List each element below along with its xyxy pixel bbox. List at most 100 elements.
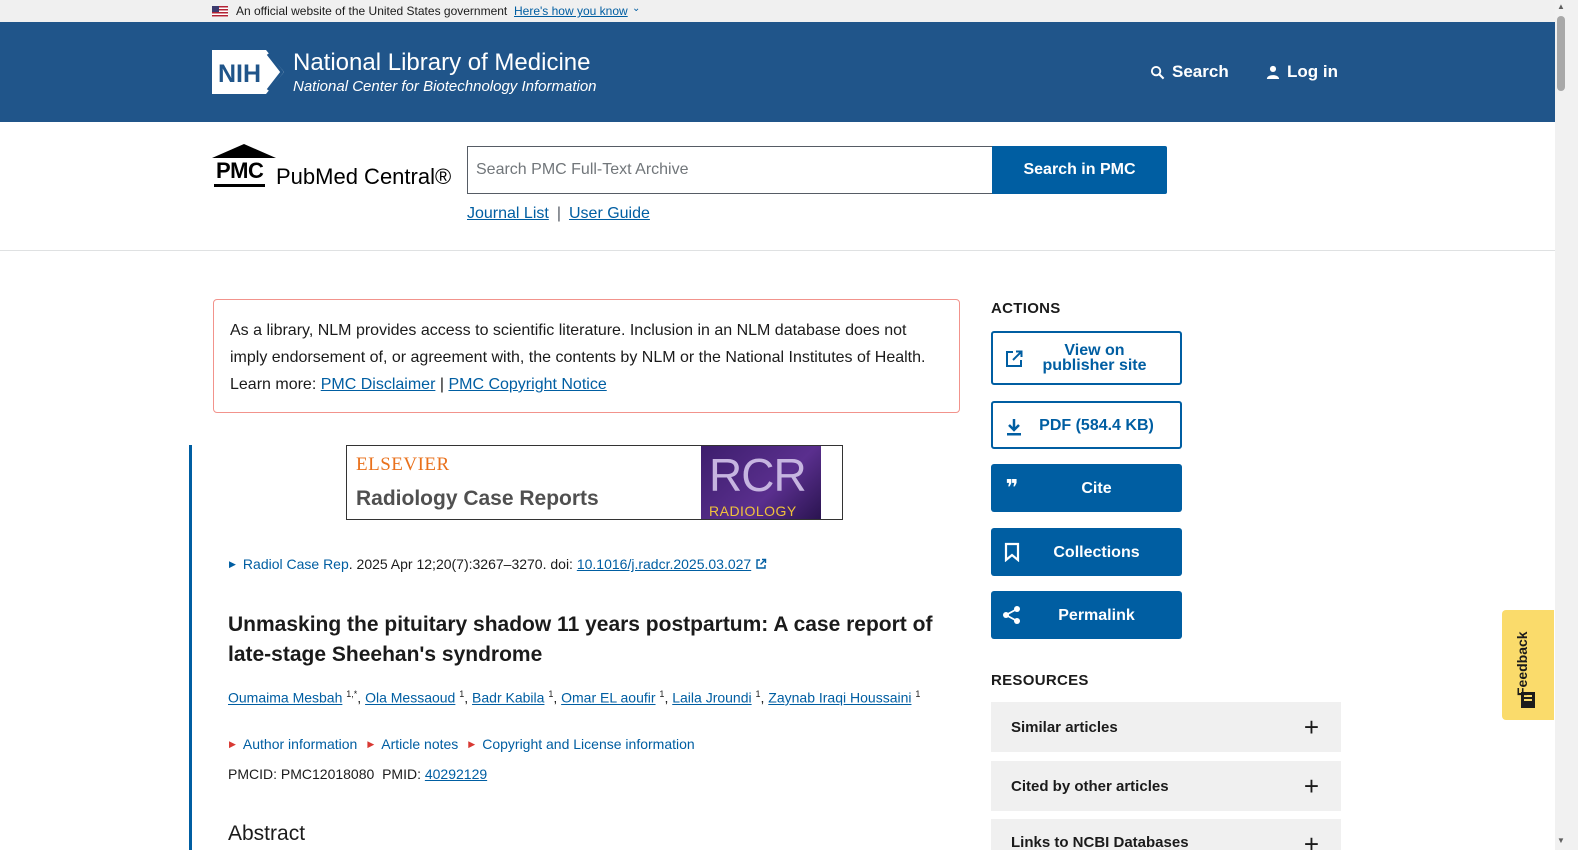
- expand-triangle-icon[interactable]: ▶: [229, 559, 236, 570]
- external-link-icon: [756, 558, 767, 569]
- download-icon: [1003, 416, 1025, 438]
- user-guide-link[interactable]: User Guide: [569, 205, 650, 222]
- nlm-header: NIH National Library of Medicine Nationa…: [0, 22, 1555, 122]
- header-login-label: Log in: [1287, 62, 1338, 81]
- author-link[interactable]: Oumaima Mesbah: [228, 690, 342, 706]
- article-notes-label: Article notes: [381, 736, 459, 752]
- pmcid-label: PMCID: PMC12018080: [228, 766, 375, 782]
- pmc-search-band: PMC PubMed Central® Search in PMC Journa…: [0, 122, 1555, 251]
- article-notes-toggle[interactable]: ▶ Article notes: [367, 736, 458, 752]
- nlm-disclaimer: As a library, NLM provides access to sci…: [213, 299, 960, 413]
- nlm-title[interactable]: National Library of Medicine: [293, 49, 590, 77]
- author-information-toggle[interactable]: ▶ Author information: [229, 736, 357, 752]
- journal-cover-image: RCR RADIOLOGY: [701, 446, 821, 519]
- author-link[interactable]: Badr Kabila: [472, 690, 544, 706]
- nih-logo-text: NIH: [218, 60, 261, 88]
- journal-list-link[interactable]: Journal List: [467, 205, 549, 222]
- scroll-up-arrow-icon[interactable]: ▲: [1557, 2, 1565, 11]
- author-affiliation: 1,*: [346, 689, 358, 699]
- cited-by-accordion[interactable]: Cited by other articles +: [991, 761, 1341, 811]
- author-link[interactable]: Laila Jroundi: [672, 690, 751, 706]
- bookmark-icon: [1001, 541, 1023, 563]
- pmc-logo-name: PubMed Central®: [276, 164, 452, 189]
- disclaimer-learn-more: Learn more:: [230, 376, 317, 393]
- pmc-nav-links: Journal List | User Guide: [467, 205, 650, 223]
- cite-button[interactable]: ❞ Cite: [991, 464, 1182, 512]
- author-information-label: Author information: [242, 736, 358, 752]
- publisher-name: ELSEVIER: [356, 454, 450, 475]
- us-flag-icon: [212, 6, 228, 17]
- pmc-search-input[interactable]: [467, 146, 993, 194]
- plus-icon: +: [1303, 771, 1319, 801]
- gov-banner-text: An official website of the United States…: [236, 4, 508, 18]
- header-search-label: Search: [1172, 62, 1229, 81]
- author-affiliation: 1: [915, 689, 921, 699]
- author-link[interactable]: Zaynab Iraqi Houssaini: [768, 690, 911, 706]
- external-link-icon: [1003, 348, 1025, 370]
- pdf-download-button[interactable]: PDF (584.4 KB): [991, 401, 1182, 449]
- feedback-tab[interactable]: Feedback: [1502, 610, 1554, 720]
- article-ids: PMCID: PMC12018080 PMID: 40292129: [228, 766, 487, 782]
- header-login-button[interactable]: Log in: [1266, 62, 1338, 82]
- user-icon: [1266, 65, 1280, 79]
- pmc-copyright-link[interactable]: PMC Copyright Notice: [448, 376, 606, 393]
- ncbi-links-label: Links to NCBI Databases: [1011, 834, 1189, 850]
- author-affiliation: 1: [755, 689, 761, 699]
- citation-details: . 2025 Apr 12;20(7):3267–3270. doi:: [348, 556, 577, 572]
- chevron-down-icon[interactable]: ⌄: [632, 3, 640, 14]
- article-title: Unmasking the pituitary shadow 11 years …: [228, 613, 933, 666]
- disclaimer-link-separator: |: [439, 376, 444, 393]
- article-accent-bar: [189, 445, 192, 850]
- search-icon: [1150, 65, 1165, 79]
- pmc-logo-abbrev: PMC: [214, 158, 266, 187]
- nih-logo-icon[interactable]: NIH: [212, 48, 286, 96]
- disclaimer-text: As a library, NLM provides access to sci…: [230, 322, 926, 366]
- expand-triangle-icon: ▶: [468, 738, 476, 749]
- similar-articles-accordion[interactable]: Similar articles +: [991, 702, 1341, 752]
- journal-cover-abbrev: RCR: [709, 449, 807, 501]
- author-link[interactable]: Omar EL aoufir: [561, 690, 655, 706]
- feedback-label: Feedback: [1514, 631, 1530, 696]
- page-scrollbar[interactable]: ▲ ▼: [1555, 0, 1578, 850]
- copyright-info-label: Copyright and License information: [482, 736, 695, 752]
- link-separator: |: [556, 205, 561, 222]
- pmc-roof-icon: [212, 144, 276, 158]
- view-publisher-site-button[interactable]: View on publisher site: [991, 331, 1182, 385]
- header-search-button[interactable]: Search: [1150, 62, 1229, 82]
- cited-by-label: Cited by other articles: [1011, 777, 1169, 795]
- article-info-links: ▶ Author information ▶ Article notes ▶ C…: [229, 736, 695, 752]
- search-in-pmc-button[interactable]: Search in PMC: [992, 146, 1167, 194]
- expand-triangle-icon: ▶: [229, 738, 236, 749]
- pmid-link[interactable]: 40292129: [425, 766, 487, 782]
- author-affiliation: 1: [459, 689, 465, 699]
- doi-link[interactable]: 10.1016/j.radcr.2025.03.027: [577, 556, 751, 572]
- author-link[interactable]: Ola Messaoud: [365, 690, 455, 706]
- gov-banner: An official website of the United States…: [0, 0, 1555, 22]
- scroll-down-arrow-icon[interactable]: ▼: [1557, 836, 1565, 845]
- abstract-heading: Abstract: [228, 822, 306, 845]
- pmid-label: PMID:: [382, 766, 421, 782]
- citation-line: ▶ Radiol Case Rep . 2025 Apr 12;20(7):32…: [229, 556, 767, 572]
- pmc-disclaimer-link[interactable]: PMC Disclaimer: [321, 376, 436, 393]
- heres-how-you-know-link[interactable]: Here's how you know: [514, 4, 628, 18]
- quote-icon: ❞: [1005, 475, 1019, 501]
- similar-articles-label: Similar articles: [1011, 718, 1118, 736]
- scrollbar-thumb[interactable]: [1557, 16, 1565, 91]
- author-affiliation: 1: [548, 689, 554, 699]
- journal-name: Radiology Case Reports: [356, 487, 599, 510]
- expand-triangle-icon: ▶: [367, 738, 375, 749]
- author-list: Oumaima Mesbah 1,*, Ola Messaoud 1, Badr…: [228, 689, 921, 706]
- ncbi-links-accordion[interactable]: Links to NCBI Databases +: [991, 819, 1341, 850]
- journal-cover-subtitle: RADIOLOGY: [709, 503, 797, 519]
- plus-icon: +: [1303, 829, 1319, 850]
- plus-icon: +: [1303, 712, 1319, 742]
- actions-heading: ACTIONS: [991, 300, 1061, 317]
- copyright-info-toggle[interactable]: ▶ Copyright and License information: [468, 736, 694, 752]
- journal-abbrev-link[interactable]: Radiol Case Rep: [243, 556, 349, 572]
- collections-button[interactable]: Collections: [991, 528, 1182, 576]
- resources-heading: RESOURCES: [991, 672, 1089, 689]
- share-icon: [1001, 604, 1023, 626]
- author-affiliation: 1: [659, 689, 665, 699]
- permalink-button[interactable]: Permalink: [991, 591, 1182, 639]
- journal-banner[interactable]: ELSEVIER Radiology Case Reports RCR RADI…: [346, 445, 843, 520]
